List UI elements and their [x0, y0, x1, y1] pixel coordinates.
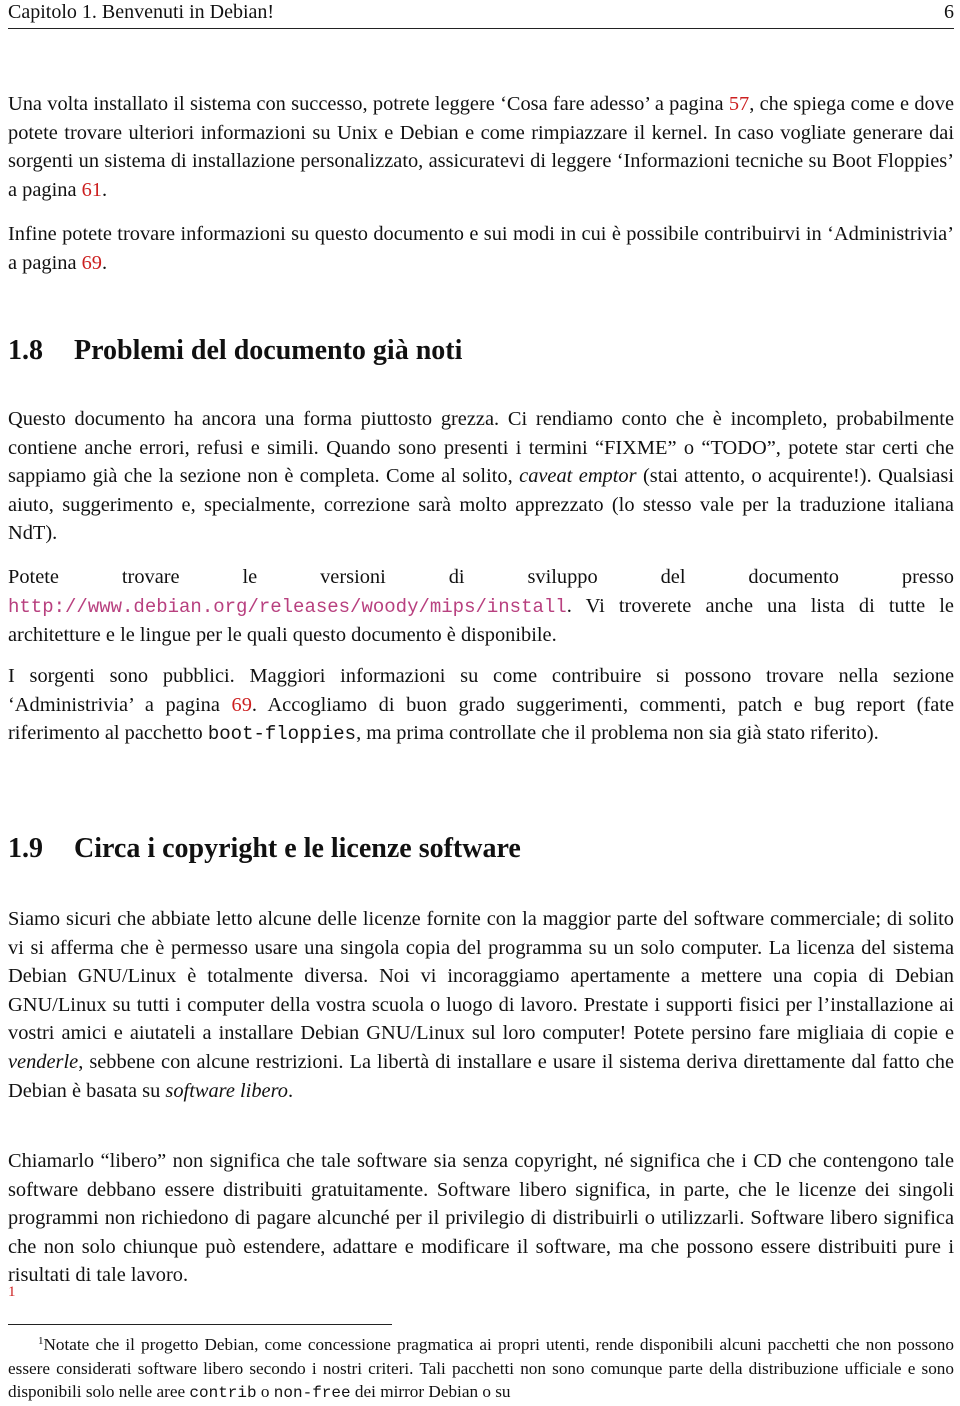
footnote-reference[interactable]: 1: [8, 1284, 16, 1301]
emphasis: venderle: [8, 1050, 79, 1073]
text: dei mirror Debian o su: [350, 1382, 511, 1401]
paragraph-dev-versions: Potete trovare le versioni di sviluppo d…: [8, 563, 954, 650]
archive-area: contrib: [189, 1384, 257, 1402]
page-link-57[interactable]: 57: [729, 93, 749, 115]
text: Infine potete trovare informazioni su qu…: [8, 223, 954, 274]
page-link-69[interactable]: 69: [82, 252, 102, 274]
section-heading-1-8: 1.8 Problemi del documento già noti: [8, 334, 462, 368]
archive-area: non-free: [273, 1384, 351, 1402]
text: , sebbene con alcune restrizioni. La lib…: [8, 1050, 954, 1102]
paragraph-administrivia: Infine potete trovare informazioni su qu…: [8, 220, 954, 277]
text: Una volta installato il sistema con succ…: [8, 93, 729, 115]
text: .: [287, 1079, 294, 1102]
running-header: Capitolo 1. Benvenuti in Debian! 6: [8, 0, 954, 29]
emphasis: software libero: [165, 1079, 288, 1102]
section-number: 1.9: [8, 833, 43, 864]
paragraph-known-problems: Questo documento ha ancora una forma piu…: [8, 405, 954, 548]
paragraph-next-steps: Una volta installato il sistema con succ…: [8, 90, 954, 204]
text: Siamo sicuri che abbiate letto alcune de…: [8, 908, 954, 1045]
emphasis: caveat emptor: [519, 465, 637, 488]
paragraph-free-software: Chiamarlo “libero” non significa che tal…: [8, 1147, 954, 1290]
text: Potete trovare le versioni di sviluppo d…: [8, 566, 954, 588]
section-number: 1.8: [8, 335, 43, 366]
text: .: [102, 178, 108, 201]
text: .: [102, 251, 108, 274]
page-link-69[interactable]: 69: [232, 694, 252, 716]
chapter-title: Capitolo 1. Benvenuti in Debian!: [8, 1, 275, 23]
text: o: [256, 1382, 274, 1401]
page-link-61[interactable]: 61: [82, 179, 102, 201]
url-link[interactable]: http://www.debian.org/releases/woody/mip…: [8, 596, 567, 618]
package-name: boot-floppies: [207, 723, 357, 746]
paragraph-sources: I sorgenti sono pubblici. Maggiori infor…: [8, 662, 954, 749]
section-title: Problemi del documento già noti: [74, 335, 463, 366]
text: Chiamarlo “libero” non significa che tal…: [8, 1150, 954, 1287]
section-title: Circa i copyright e le licenze software: [74, 833, 521, 864]
text: , ma prima controllate che il problema n…: [356, 722, 879, 745]
footnote-divider: [8, 1324, 392, 1325]
footnote: 1Notate che il progetto Debian, come con…: [8, 1330, 954, 1406]
section-heading-1-9: 1.9 Circa i copyright e le licenze softwa…: [8, 832, 521, 866]
page-number: 6: [944, 1, 954, 23]
paragraph-licenses: Siamo sicuri che abbiate letto alcune de…: [8, 905, 954, 1105]
